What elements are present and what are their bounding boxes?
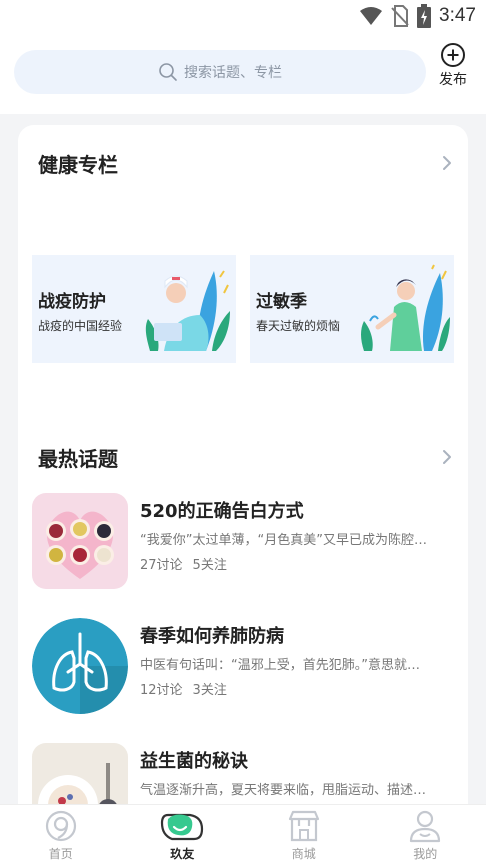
allergy-illustration — [361, 264, 450, 351]
top-bar: 搜索话题、专栏 发布 — [0, 34, 486, 114]
topic-description: “我爱你”太过单薄，“月色真美”又早已成为陈腔… — [140, 533, 427, 548]
column-card-title: 战疫防护 — [38, 292, 106, 312]
tab-label: 首页 — [48, 847, 73, 861]
topic-thumbnail-lungs — [32, 618, 128, 714]
profile-icon — [410, 810, 441, 843]
bottom-tab-bar: 首页 玖友 商城 我的 — [0, 804, 486, 864]
add-circle-icon — [441, 43, 465, 67]
tab-label: 玖友 — [170, 847, 195, 861]
topic-stats: 27讨论 5关注 — [140, 554, 227, 573]
no-sim-icon — [391, 5, 409, 27]
search-placeholder: 搜索话题、专栏 — [184, 65, 282, 81]
tab-mall[interactable]: 商城 — [243, 805, 365, 864]
column-card-subtitle: 战疫的中国经验 — [38, 319, 123, 333]
store-icon — [288, 810, 319, 842]
topic-description: 气温逐渐升高，夏天将要来临，甩脂运动、描述… — [140, 783, 427, 798]
topic-stats: 12讨论 3关注 — [140, 679, 227, 698]
status-bar: 3:47 — [0, 0, 486, 34]
column-card-subtitle: 春天过敏的烦恼 — [256, 319, 341, 333]
follow-count: 5关注 — [192, 558, 227, 573]
status-icons: 3:47 — [359, 4, 476, 28]
publish-label: 发布 — [439, 72, 467, 88]
status-time: 3:47 — [439, 5, 476, 26]
discussion-count: 12讨论 — [140, 683, 183, 698]
tab-profile[interactable]: 我的 — [365, 805, 486, 864]
topic-title: 520的正确告白方式 — [140, 501, 304, 522]
publish-button[interactable]: 发布 — [436, 42, 470, 89]
search-bar[interactable]: 搜索话题、专栏 — [14, 50, 426, 94]
lungs-image — [32, 618, 128, 714]
topic-description: 中医有句话叫：“温邪上受，首先犯肺。”意思就… — [140, 658, 420, 673]
tab-label: 我的 — [413, 847, 438, 861]
search-icon — [159, 63, 177, 81]
health-column-title: 健康专栏 — [38, 153, 118, 177]
wifi-icon — [360, 7, 383, 25]
follow-count: 3关注 — [192, 683, 227, 698]
topic-title: 春季如何养肺防病 — [140, 626, 284, 647]
battery-icon — [417, 4, 432, 28]
tab-label: 商城 — [291, 847, 316, 861]
column-card-allergy[interactable]: 过敏季 春天过敏的烦恼 — [250, 255, 454, 363]
topic-item[interactable]: 春季如何养肺防病 中医有句话叫：“温邪上受，首先犯肺。”意思就… 12讨论 3关… — [32, 618, 452, 714]
friends-icon — [161, 813, 204, 841]
hot-topics-title: 最热话题 — [38, 447, 118, 471]
chevron-right-icon[interactable] — [442, 155, 452, 171]
nurse-illustration — [145, 270, 230, 351]
home-icon — [45, 810, 76, 842]
content-card: 健康专栏 战疫防护 战疫的中国经验 过敏季 春天过敏的烦恼 最热话题 520的正… — [18, 125, 468, 839]
tab-home[interactable]: 首页 — [0, 805, 122, 864]
topic-item[interactable]: 520的正确告白方式 “我爱你”太过单薄，“月色真美”又早已成为陈腔… 27讨论… — [32, 493, 452, 589]
topic-thumbnail-hearts — [32, 493, 128, 589]
topic-title: 益生菌的秘诀 — [140, 751, 248, 772]
column-card-title: 过敏季 — [256, 292, 307, 312]
tab-friends[interactable]: 玖友 — [122, 805, 244, 864]
column-card-epidemic[interactable]: 战疫防护 战疫的中国经验 — [32, 255, 236, 363]
discussion-count: 27讨论 — [140, 558, 183, 573]
chevron-right-icon[interactable] — [442, 449, 452, 465]
beans-heart-image — [32, 493, 128, 589]
